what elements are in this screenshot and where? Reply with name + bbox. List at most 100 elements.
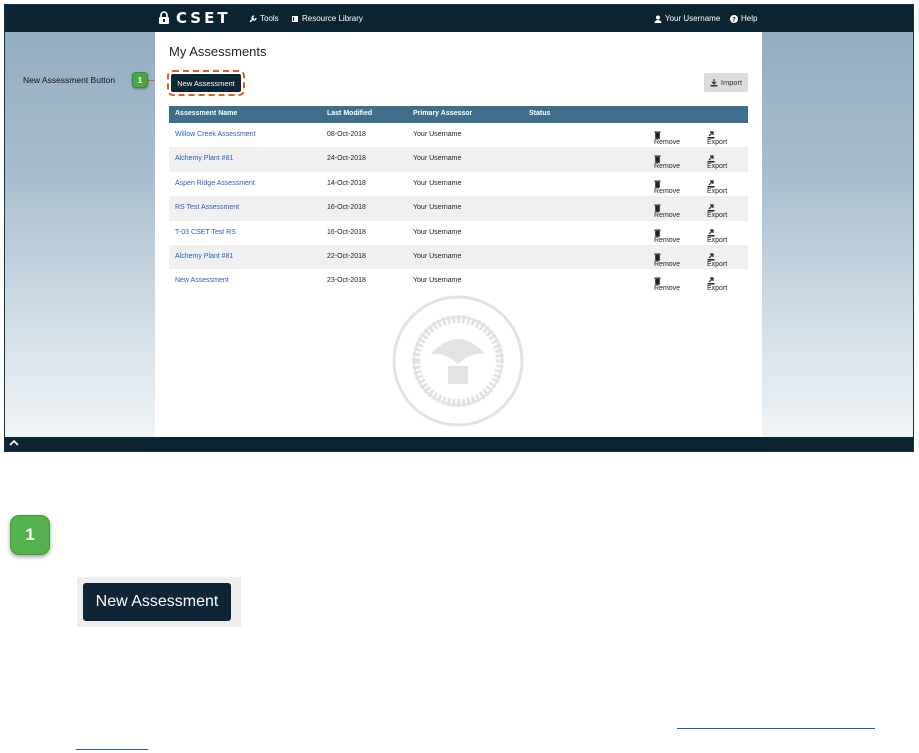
remove-button[interactable]: Remove (654, 253, 680, 268)
remove-label: Remove (654, 139, 681, 146)
zoomed-button-frame: New Assessment (77, 577, 241, 627)
page-title: My Assessments (169, 44, 267, 59)
export-label: Export (707, 236, 728, 244)
remove-label: Remove (654, 260, 681, 268)
last-modified-cell: 22-Oct-2018 (327, 252, 366, 260)
cset-logo[interactable]: CSET (158, 9, 231, 27)
primary-assessor-cell: Your Username (413, 228, 462, 236)
trash-icon (654, 253, 661, 261)
export-button[interactable]: Export (707, 204, 727, 219)
export-button[interactable]: Export (707, 228, 727, 244)
assessment-name-link[interactable]: Alchemy Plant #81 (175, 155, 233, 162)
hyperlink-underline[interactable] (76, 749, 148, 750)
lock-icon (159, 11, 169, 24)
primary-assessor-cell: Your Username (413, 252, 462, 260)
dhs-seal-icon (392, 295, 524, 427)
export-label: Export (707, 163, 728, 171)
table-header: Assessment Name Last Modified Primary As… (169, 106, 748, 123)
remove-label: Remove (654, 212, 681, 220)
header-primary-assessor[interactable]: Primary Assessor (413, 110, 472, 117)
table-body: Willow Creek Assessment 08-Oct-2018 Your U… (169, 123, 748, 294)
user-icon (654, 15, 662, 23)
table-row: T-03 CSET Test RS 16-Oct-2018 Your Usernam… (169, 221, 748, 245)
svg-text:?: ? (732, 16, 736, 23)
nav-tools[interactable]: Tools (249, 14, 279, 23)
nav-help[interactable]: ? Help (730, 14, 757, 23)
import-button-label: Import (720, 78, 743, 87)
wrench-icon (249, 14, 257, 22)
assessment-name-link[interactable]: RS Test Assessment (175, 204, 239, 211)
export-label: Export (707, 187, 728, 195)
primary-assessor-cell: Your Username (413, 179, 462, 187)
nav-user[interactable]: Your Username (654, 14, 720, 23)
assessment-name-link[interactable]: Aspen Ridge Assessment (175, 180, 255, 187)
export-button[interactable]: Export (707, 180, 727, 195)
export-label: Export (707, 212, 728, 220)
assessment-name-link[interactable]: Willow Creek Assessment (175, 131, 256, 138)
table-row: Alchemy Plant #81 22-Oct-2018 Your Usernam… (169, 244, 748, 270)
export-button[interactable]: Export (707, 277, 727, 292)
import-icon (710, 78, 718, 86)
callout-badge: 1 (132, 72, 148, 88)
hyperlink-underline[interactable] (677, 728, 875, 729)
nav-help-label: Help (741, 14, 758, 23)
import-button[interactable]: Import (704, 73, 748, 92)
last-modified-cell: 08-Oct-2018 (327, 131, 366, 138)
export-label: Export (707, 139, 728, 146)
new-assessment-button[interactable]: New Assessment (167, 70, 245, 96)
remove-label: Remove (654, 285, 681, 293)
remove-label: Remove (654, 236, 681, 244)
export-icon (707, 277, 715, 285)
remove-label: Remove (654, 163, 681, 171)
export-button[interactable]: Export (707, 131, 727, 146)
assessment-name-link[interactable]: New Assessment (175, 277, 229, 284)
header-assessment-name[interactable]: Assessment Name (175, 110, 237, 117)
table-row: Willow Creek Assessment 08-Oct-2018 Your U… (169, 123, 748, 147)
export-label: Export (707, 285, 728, 293)
remove-button[interactable]: Remove (654, 180, 680, 195)
app-screenshot: CSET Tools Resource Library Your Usernam… (4, 4, 914, 452)
export-label: Export (707, 260, 728, 268)
remove-label: Remove (654, 187, 681, 195)
top-navbar: CSET Tools Resource Library Your Usernam… (5, 5, 913, 32)
export-button[interactable]: Export (707, 155, 727, 170)
primary-assessor-cell: Your Username (413, 131, 462, 138)
primary-assessor-cell: Your Username (413, 277, 462, 285)
trash-icon (654, 204, 661, 212)
remove-button[interactable]: Remove (654, 229, 680, 244)
remove-button[interactable]: Remove (654, 155, 680, 170)
last-modified-cell: 24-Oct-2018 (327, 155, 366, 163)
assessment-name-link[interactable]: T-03 CSET Test RS (175, 229, 236, 236)
book-icon (292, 15, 298, 22)
trash-icon (654, 277, 661, 286)
header-last-modified[interactable]: Last Modified (327, 110, 372, 117)
bottom-bar (5, 437, 913, 451)
export-icon (707, 204, 715, 212)
assessments-table: Assessment Name Last Modified Primary As… (169, 106, 748, 294)
remove-button[interactable]: Remove (654, 204, 680, 219)
export-icon (707, 228, 715, 237)
nav-tools-label: Tools (260, 14, 279, 23)
last-modified-cell: 16-Oct-2018 (327, 228, 366, 236)
primary-assessor-cell: Your Username (413, 204, 462, 212)
export-icon (707, 155, 715, 163)
main-panel: My Assessments New Assessment Import Ass… (155, 32, 762, 438)
primary-assessor-cell: Your Username (413, 155, 462, 163)
logo-text: CSET (176, 9, 231, 27)
assessment-name-link[interactable]: Alchemy Plant #81 (175, 253, 233, 260)
table-row: Aspen Ridge Assessment 14-Oct-2018 Your Us… (169, 172, 748, 196)
callout-label: New Assessment Button (23, 75, 116, 85)
help-icon: ? (730, 14, 738, 23)
zoomed-new-assessment-button[interactable]: New Assessment (83, 583, 231, 621)
remove-button[interactable]: Remove (654, 277, 680, 292)
last-modified-cell: 23-Oct-2018 (327, 277, 366, 285)
header-status[interactable]: Status (529, 110, 550, 117)
trash-icon (654, 155, 661, 164)
remove-button[interactable]: Remove (654, 131, 680, 146)
table-row: New Assessment 23-Oct-2018 Your Username Re… (169, 269, 748, 293)
nav-resource-library[interactable]: Resource Library (291, 14, 363, 23)
chevron-up-icon[interactable] (9, 439, 19, 447)
last-modified-cell: 14-Oct-2018 (327, 179, 366, 187)
export-icon (707, 131, 715, 139)
export-button[interactable]: Export (707, 253, 727, 268)
